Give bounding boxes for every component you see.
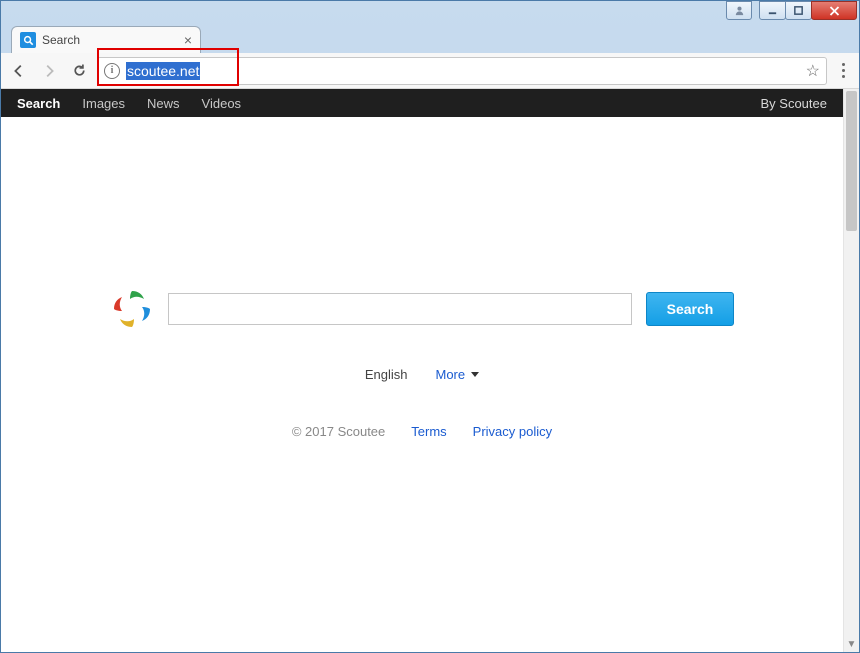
footer: © 2017 Scoutee Terms Privacy policy [292,424,552,439]
chevron-down-icon [471,372,479,377]
site-logo-icon [110,287,154,331]
reload-button[interactable] [67,59,91,83]
more-languages[interactable]: More [436,367,480,382]
main-area: Search English More © 2017 Scoutee Terms… [1,117,843,652]
nav-videos[interactable]: Videos [202,96,242,111]
window-title-bar [1,1,859,23]
site-nav-bar: Search Images News Videos By Scoutee [1,89,843,117]
content-area: Search Images News Videos By Scoutee [1,89,859,652]
scroll-down-icon[interactable]: ▼ [844,636,859,652]
more-label: More [436,367,466,382]
user-button[interactable] [726,1,752,20]
tab-close-icon[interactable]: × [184,33,192,47]
site-info-icon[interactable]: i [104,63,120,79]
privacy-link[interactable]: Privacy policy [473,424,552,439]
language-row: English More [365,367,479,382]
terms-link[interactable]: Terms [411,424,446,439]
scroll-thumb[interactable] [846,91,857,231]
tab-strip: Search × [1,23,859,53]
magnifier-icon [20,32,36,48]
current-language: English [365,367,408,382]
url-text: scoutee.net [126,62,200,80]
nav-search[interactable]: Search [17,96,60,111]
search-row: Search [110,287,735,331]
nav-news[interactable]: News [147,96,180,111]
bookmark-star-icon[interactable]: ☆ [806,61,820,81]
maximize-button[interactable] [785,1,812,20]
chrome-menu-button[interactable] [833,63,853,78]
copyright-text: © 2017 Scoutee [292,424,385,439]
forward-button[interactable] [37,59,61,83]
browser-toolbar: i scoutee.net ☆ [1,53,859,89]
nav-images[interactable]: Images [82,96,125,111]
browser-tab[interactable]: Search × [11,26,201,53]
back-button[interactable] [7,59,31,83]
vertical-scrollbar[interactable]: ▲ ▼ [843,89,859,652]
address-bar[interactable]: i scoutee.net ☆ [97,57,827,85]
page-content: Search Images News Videos By Scoutee [1,89,843,652]
minimize-button[interactable] [759,1,786,20]
search-button[interactable]: Search [646,292,735,326]
window-buttons [727,1,857,20]
window-frame: Search × i scoutee.net ☆ Search Images N… [1,1,859,652]
brand-label: By Scoutee [761,96,828,111]
tab-title: Search [42,33,178,47]
close-window-button[interactable] [811,1,857,20]
search-input[interactable] [168,293,632,325]
